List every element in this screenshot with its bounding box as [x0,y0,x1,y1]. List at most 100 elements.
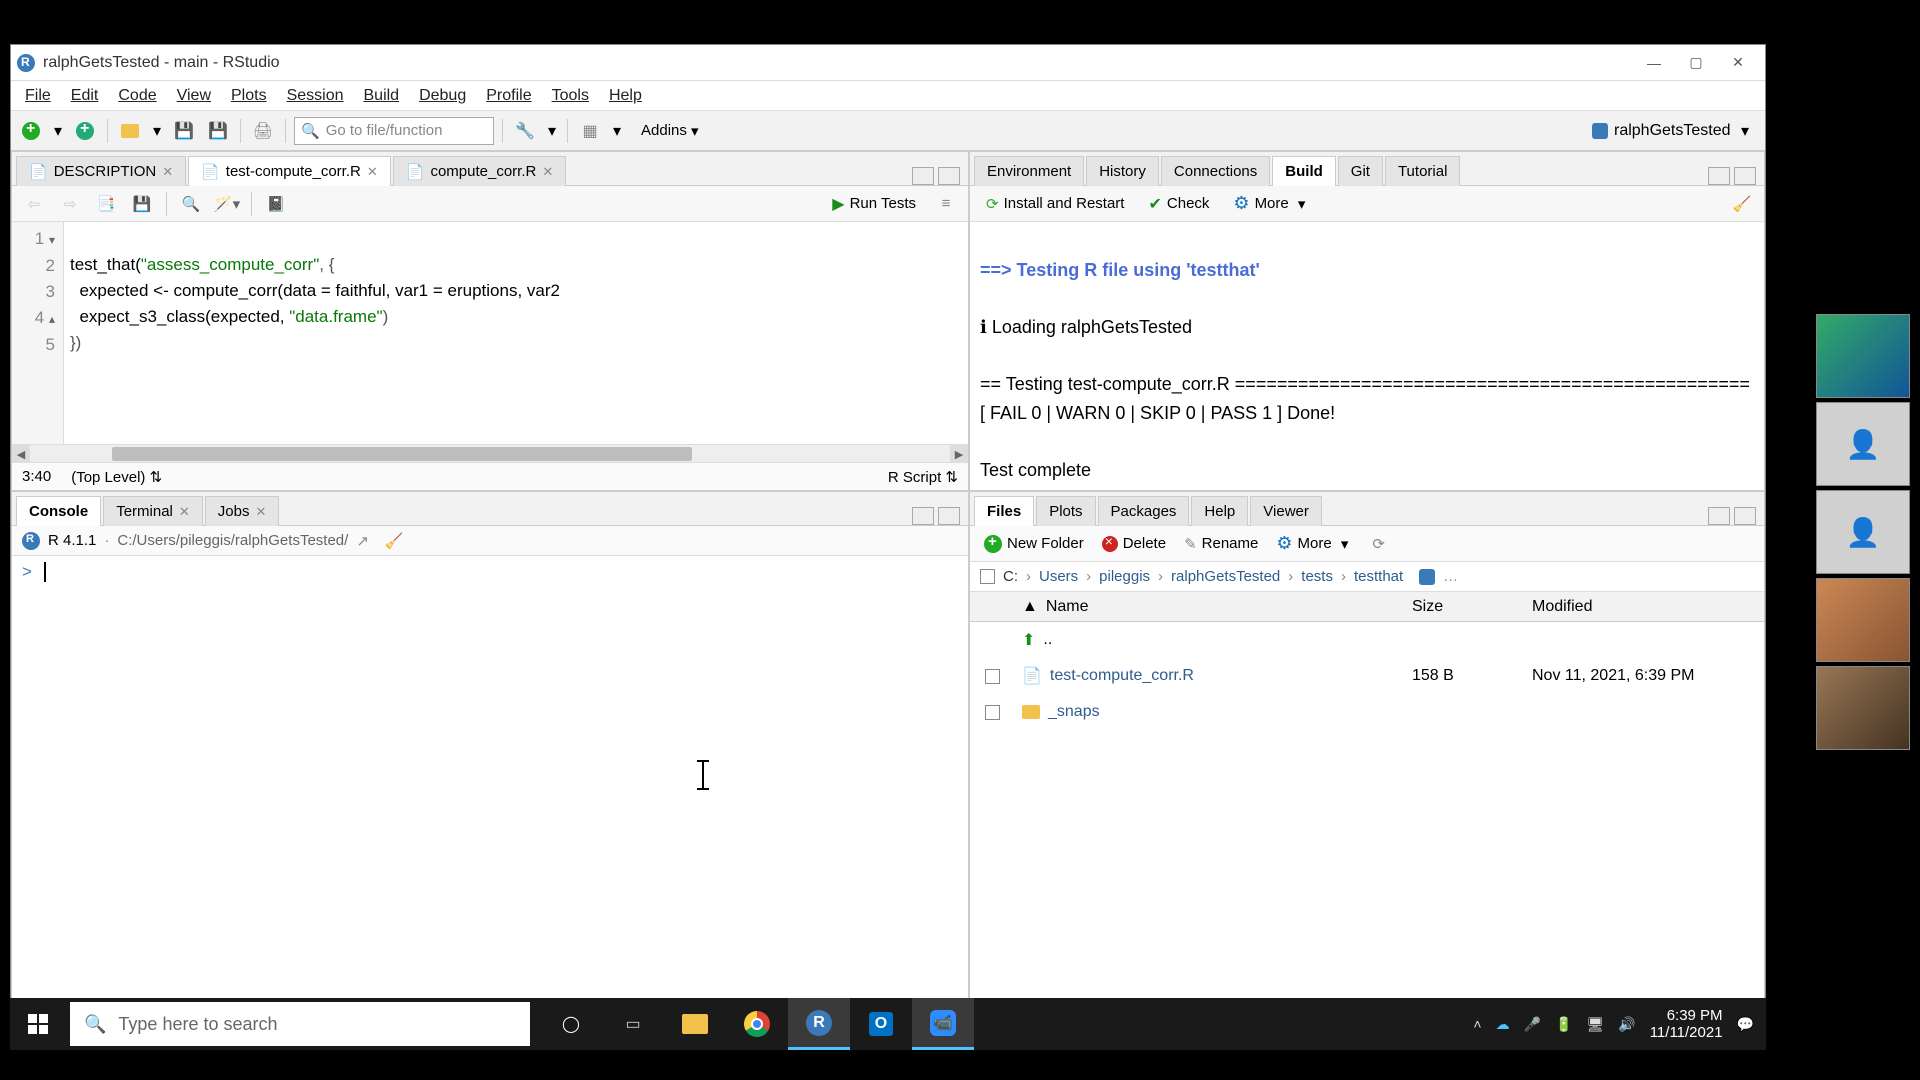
collapse-pane-button[interactable] [912,167,934,185]
file-type-indicator[interactable]: R Script ⇅ [888,468,958,486]
file-row[interactable]: _snaps [970,694,1764,730]
onedrive-icon[interactable]: ☁ [1496,1016,1510,1033]
tab-compute-corr[interactable]: 📄 compute_corr.R ✕ [393,156,566,186]
tools-dropdown[interactable]: ▾ [545,117,559,145]
new-file-dropdown[interactable]: ▾ [51,117,65,145]
menu-plots[interactable]: Plots [221,83,277,109]
menu-file[interactable]: File [15,83,61,109]
forward-button[interactable]: ⇨ [56,190,84,218]
taskbar-search[interactable]: 🔍 Type here to search [70,1002,530,1046]
network-icon[interactable]: 🖥 [1586,1016,1604,1033]
col-modified-header[interactable]: Modified [1524,598,1764,616]
grid-button[interactable]: ▦ [576,117,604,145]
tab-test-compute-corr[interactable]: 📄 test-compute_corr.R ✕ [188,156,391,186]
save-all-button[interactable]: 💾 [204,117,232,145]
col-name-header[interactable]: ▲ Name [1014,598,1404,616]
zoom-icon[interactable]: 📹 [912,998,974,1050]
participant-tile[interactable]: 👤 [1816,402,1910,486]
r-nav-icon[interactable] [1419,569,1435,585]
tab-git[interactable]: Git [1338,156,1383,186]
project-selector[interactable]: ralphGetsTested ▾ [1582,117,1759,145]
up-directory-row[interactable]: ⬆.. [970,622,1764,658]
task-view-icon[interactable]: ▭ [602,998,664,1050]
menu-tools[interactable]: Tools [542,83,599,109]
tab-viewer[interactable]: Viewer [1250,496,1322,526]
outlook-icon[interactable]: O [850,998,912,1050]
grid-dropdown[interactable]: ▾ [610,117,624,145]
rstudio-taskbar-icon[interactable]: R [788,998,850,1050]
code-editor[interactable]: 1 ▾ 2 3 4 ▴ 5 test_that("assess_compute_… [12,222,968,444]
file-checkbox[interactable] [985,669,1000,684]
crumb-testthat[interactable]: testthat [1354,568,1403,585]
maximize-pane-button[interactable] [1734,507,1756,525]
refresh-button[interactable]: ⟳ [1372,535,1385,553]
tab-close[interactable]: ✕ [179,504,190,520]
tray-chevron-icon[interactable]: ˄ [1473,1016,1481,1032]
scope-indicator[interactable]: (Top Level) ⇅ [71,468,162,486]
check-button[interactable]: ✔ Check [1140,191,1217,217]
file-explorer-icon[interactable] [664,998,726,1050]
maximize-pane-button[interactable] [938,167,960,185]
microphone-icon[interactable]: 🎤 [1524,1016,1541,1033]
crumb-drive[interactable]: C: [1003,568,1018,585]
start-button[interactable] [10,998,66,1050]
tab-close[interactable]: ✕ [542,164,553,180]
participant-tile[interactable] [1816,666,1910,750]
run-tests-button[interactable]: ▶ Run Tests [824,191,924,217]
file-name[interactable]: test-compute_corr.R [1050,667,1194,685]
more-build-button[interactable]: ⚙ More ▾ [1225,190,1313,217]
open-dropdown[interactable]: ▾ [150,117,164,145]
outline-button[interactable]: ≡ [932,190,960,218]
addins-button[interactable]: Addins ▾ [630,117,710,145]
participant-tile[interactable] [1816,578,1910,662]
tab-tutorial[interactable]: Tutorial [1385,156,1460,186]
battery-icon[interactable]: 🔋 [1555,1016,1572,1033]
crumb-pileggis[interactable]: pileggis [1099,568,1150,585]
crumb-tests[interactable]: tests [1301,568,1333,585]
rename-button[interactable]: ✎ Rename [1180,532,1262,556]
select-all-checkbox[interactable] [980,569,995,584]
delete-button[interactable]: Delete [1098,532,1170,555]
tab-build[interactable]: Build [1272,156,1336,186]
compile-report-button[interactable]: 📓 [262,190,290,218]
tab-close[interactable]: ✕ [255,504,266,520]
crumb-project[interactable]: ralphGetsTested [1171,568,1280,585]
popout-icon[interactable]: ↗ [356,532,369,550]
find-button[interactable]: 🔍 [177,190,205,218]
console-body[interactable]: > [12,556,968,1004]
menu-view[interactable]: View [167,83,221,109]
tab-description[interactable]: 📄 DESCRIPTION ✕ [16,156,186,186]
scroll-thumb[interactable] [112,447,692,461]
tools-button[interactable]: 🔧 [511,117,539,145]
new-file-button[interactable] [17,117,45,145]
tab-packages[interactable]: Packages [1098,496,1190,526]
save-button[interactable]: 💾 [170,117,198,145]
open-file-button[interactable] [116,117,144,145]
clear-build-button[interactable]: 🧹 [1728,190,1756,218]
menu-session[interactable]: Session [277,83,354,109]
menu-help[interactable]: Help [599,83,652,109]
clear-console-button[interactable]: 🧹 [385,532,404,550]
menu-code[interactable]: Code [108,83,166,109]
maximize-button[interactable]: ▢ [1675,48,1717,78]
scroll-right-button[interactable]: ▶ [950,445,968,463]
maximize-pane-button[interactable] [1734,167,1756,185]
new-project-button[interactable] [71,117,99,145]
tab-close[interactable]: ✕ [367,164,378,180]
collapse-pane-button[interactable] [1708,507,1730,525]
file-name[interactable]: _snaps [1048,703,1100,721]
menu-edit[interactable]: Edit [61,83,109,109]
more-files-button[interactable]: ⚙ More ▾ [1272,530,1352,557]
print-button[interactable]: 🖨 [249,117,277,145]
horizontal-scrollbar[interactable]: ◀ ▶ [12,444,968,462]
tab-files[interactable]: Files [974,496,1034,526]
tab-help[interactable]: Help [1191,496,1248,526]
participant-tile[interactable] [1816,314,1910,398]
file-row[interactable]: 📄 test-compute_corr.R 158 B Nov 11, 2021… [970,658,1764,694]
goto-file-input[interactable]: 🔍 Go to file/function [294,117,494,145]
collapse-pane-button[interactable] [912,507,934,525]
menu-profile[interactable]: Profile [476,83,541,109]
back-button[interactable]: ⇦ [20,190,48,218]
tab-environment[interactable]: Environment [974,156,1084,186]
install-restart-button[interactable]: ⟳ Install and Restart [978,192,1132,216]
